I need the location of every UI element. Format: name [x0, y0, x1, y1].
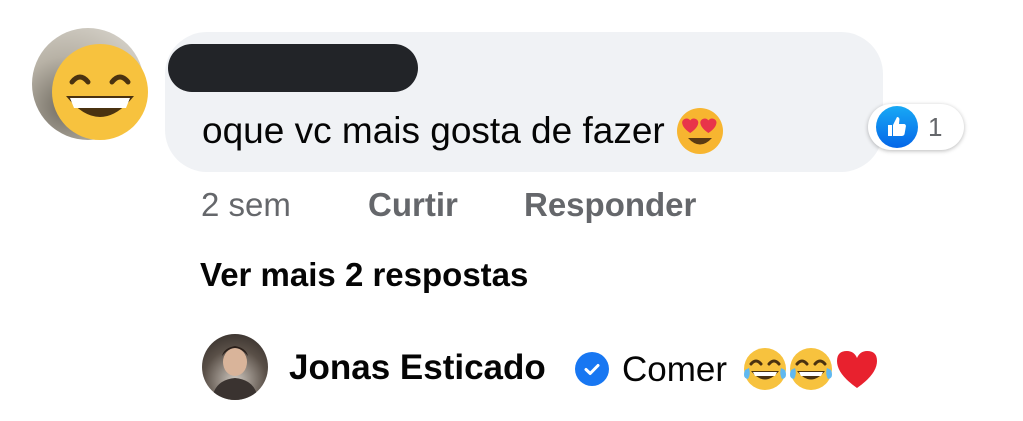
comment-timestamp[interactable]: 2 sem: [201, 186, 291, 224]
reply-author-avatar[interactable]: [202, 334, 268, 400]
reply-text: Comer: [622, 350, 728, 389]
thumbs-up-icon: [888, 117, 906, 136]
reaction-count: 1: [928, 112, 943, 142]
redacted-author-name: [168, 44, 418, 92]
heart-eyes-emoji-icon: [676, 108, 723, 154]
like-button[interactable]: Curtir: [368, 186, 458, 224]
verified-badge-icon: [575, 352, 609, 386]
red-heart-emoji-icon: [837, 351, 877, 388]
view-more-replies-link[interactable]: Ver mais 2 respostas: [200, 256, 528, 294]
reply-author-name[interactable]: Jonas Esticado: [289, 348, 546, 388]
comment-text: oque vc mais gosta de fazer: [202, 106, 725, 156]
comment-body: oque vc mais gosta de fazer: [202, 110, 665, 151]
person-photo-icon: [212, 346, 258, 400]
laughing-tears-emoji-icon: [790, 348, 832, 390]
grinning-face-emoji-icon: [52, 44, 148, 140]
checkmark-icon: [584, 364, 600, 375]
like-icon: [876, 106, 918, 148]
reply-button[interactable]: Responder: [524, 186, 696, 224]
laughing-tears-emoji-icon: [744, 348, 786, 390]
